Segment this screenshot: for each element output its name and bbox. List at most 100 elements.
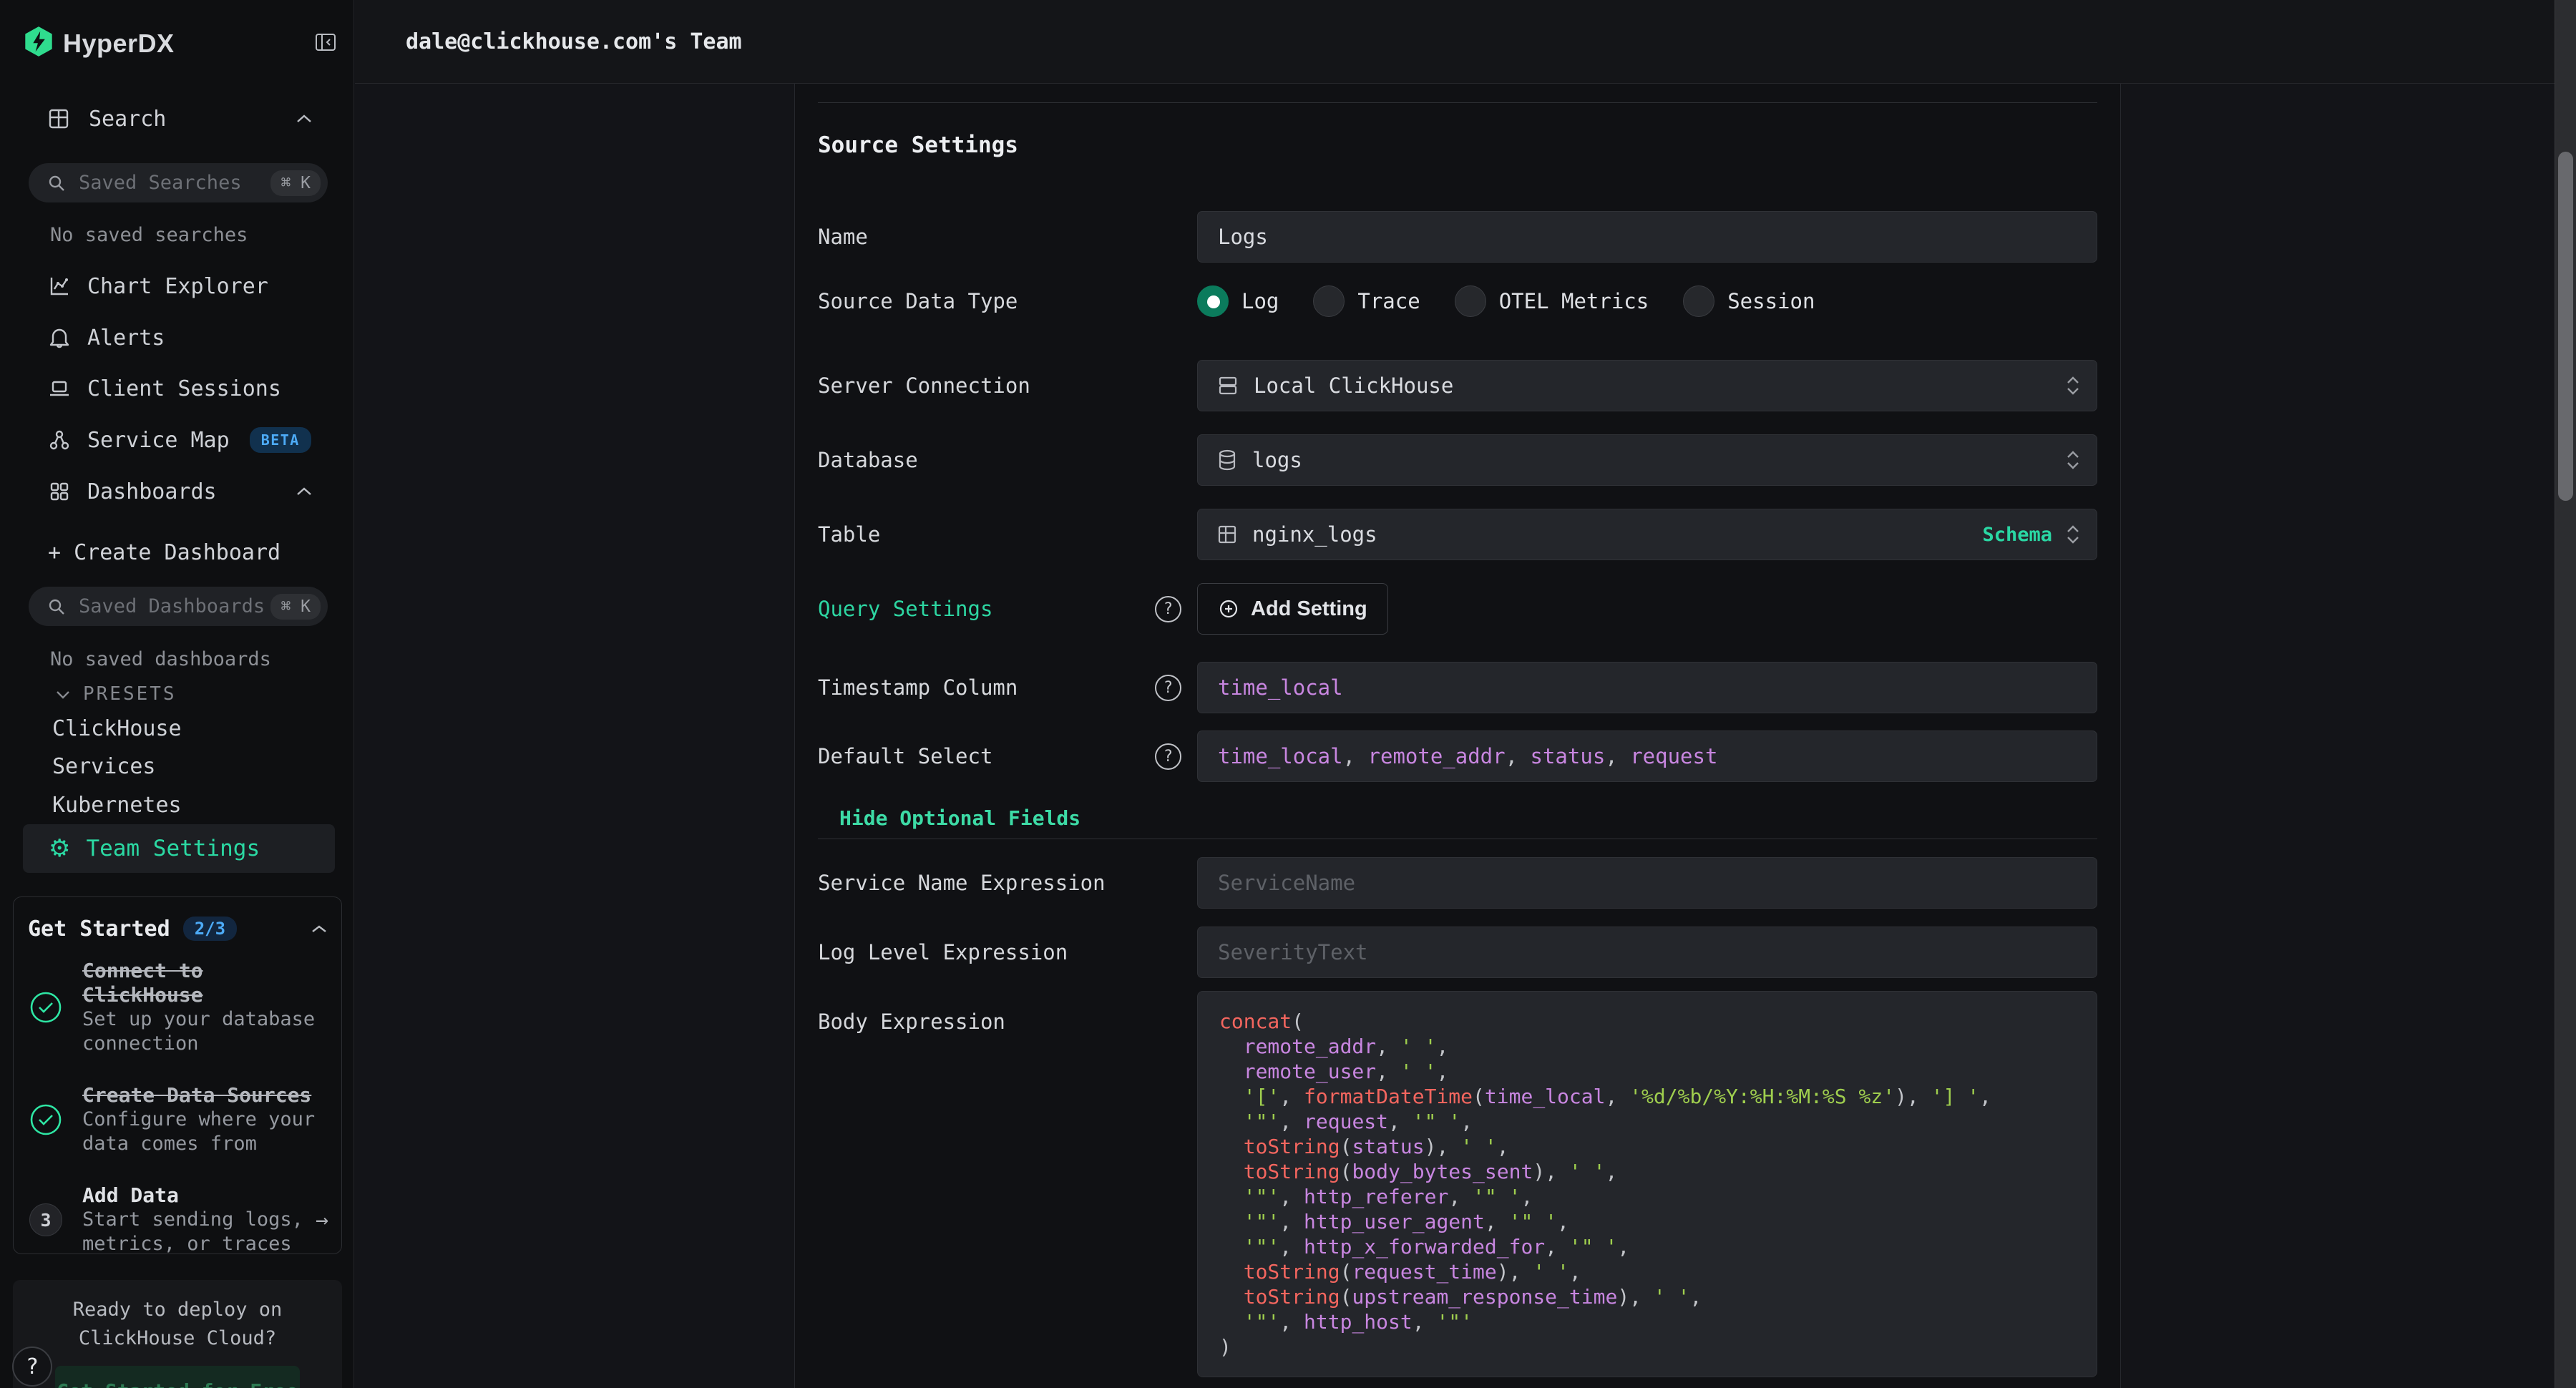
table-select[interactable]: nginx_logs Schema [1197,509,2097,560]
code-token: , [1617,1235,1629,1259]
radio-trace[interactable]: Trace [1313,285,1420,317]
sidebar-item-team-settings[interactable]: ⚙ Team Settings [23,824,335,873]
preset-services[interactable]: Services [52,754,156,779]
task-body: Connect to ClickHouse Set up your databa… [82,959,318,1056]
name-label: Name [818,225,1197,249]
get-started-header[interactable]: Get Started 2/3 [28,914,327,943]
code-token: toString [1244,1285,1340,1309]
server-connection-label: Server Connection [818,373,1197,398]
chevron-up-icon[interactable] [296,487,313,497]
code-token: ( [1340,1135,1352,1158]
radio-otel-metrics[interactable]: OTEL Metrics [1455,285,1649,317]
scrollbar-thumb[interactable] [2558,152,2573,501]
code-token: request [1630,744,1717,768]
code-token: , [1485,1210,1509,1233]
task-create-data-sources[interactable]: Create Data Sources Configure where your… [28,1083,328,1156]
source-data-type-label: Source Data Type [818,289,1197,313]
database-value: logs [1252,448,1302,472]
code-token: , [1979,1085,1991,1108]
get-started-free-button[interactable]: Get Started for Free [55,1366,300,1388]
plus-circle-icon [1218,598,1239,620]
code-token: '" ' [1569,1235,1617,1259]
radio-session[interactable]: Session [1683,285,1815,317]
code-token: ( [1340,1285,1352,1309]
code-token: , [1506,744,1531,768]
code-token: '] ' [1931,1085,1979,1108]
code-token: '"' [1244,1235,1280,1259]
help-circle-icon[interactable]: ? [1155,675,1181,701]
task-add-data[interactable]: 3 Add Data Start sending logs, metrics, … [28,1183,328,1256]
name-input[interactable]: Logs [1197,211,2097,263]
code-token: '"' [1244,1210,1280,1233]
sidebar-item-service-map[interactable]: Service Map BETA [0,422,354,458]
code-token: , [1497,1135,1509,1158]
code-token: http_referer [1304,1185,1448,1208]
code-token: status [1531,744,1606,768]
server-connection-row: Server Connection Local ClickHouse [818,360,2097,411]
sidebar-item-alerts[interactable]: Alerts [0,320,354,356]
code-token: '%d/%b/%Y:%H:%M:%S %z' [1629,1085,1895,1108]
code-token: concat [1219,1010,1292,1033]
code-token: , [1545,1235,1569,1259]
sidebar: HyperDX Search Saved Searches ⌘ K No sav… [0,0,354,1388]
sidebar-section-search[interactable]: Search [0,102,354,136]
radio-log[interactable]: Log [1197,285,1279,317]
settings-panel: Source Settings Name Logs Source Data Ty… [794,84,2121,1388]
chevron-up-icon[interactable] [296,114,313,124]
name-value: Logs [1218,225,1268,249]
database-select[interactable]: logs [1197,434,2097,486]
table-icon [1216,524,1238,545]
code-token: body_bytes_sent [1352,1160,1533,1183]
default-select-input[interactable]: time_local, remote_addr, status, request [1197,730,2097,782]
sidebar-item-label: Client Sessions [87,376,281,401]
code-token: ), [1425,1135,1461,1158]
service-map-icon [47,429,72,451]
saved-searches-input[interactable]: Saved Searches ⌘ K [29,163,328,202]
code-token [1219,1210,1244,1233]
step-number: 3 [29,1203,62,1236]
arrow-right-icon[interactable]: → [316,1183,328,1256]
code-token: '" ' [1413,1110,1460,1133]
sidebar-collapse-icon[interactable] [313,30,338,54]
sidebar-item-client-sessions[interactable]: Client Sessions [0,371,354,406]
code-token: , [1376,1060,1400,1083]
create-dashboard-button[interactable]: + Create Dashboard [48,540,280,565]
code-token: time_local [1218,744,1343,768]
task-connect-clickhouse[interactable]: Connect to ClickHouse Set up your databa… [28,959,328,1056]
gear-icon: ⚙ [49,834,70,863]
radio-circle-icon [1455,285,1486,317]
code-token [1219,1185,1244,1208]
preset-clickhouse[interactable]: ClickHouse [52,716,182,741]
sidebar-item-dashboards[interactable]: Dashboards [0,474,354,509]
sidebar-item-chart-explorer[interactable]: Chart Explorer [0,268,354,304]
code-token: , [1605,1085,1629,1108]
timestamp-column-input[interactable]: time_local [1197,662,2097,713]
code-token: ( [1340,1160,1352,1183]
hide-optional-fields-link[interactable]: Hide Optional Fields [839,806,1080,830]
help-button[interactable]: ? [12,1347,52,1387]
code-token: , [1279,1085,1304,1108]
add-setting-label: Add Setting [1251,597,1367,621]
chevron-up-icon[interactable] [311,924,327,934]
presets-label: PRESETS [83,683,177,705]
task-body: Create Data Sources Configure where your… [82,1083,318,1156]
code-token: , [1521,1185,1533,1208]
log-level-input[interactable]: SeverityText [1197,927,2097,978]
code-token: , [1279,1310,1304,1334]
select-caret-icon [2065,449,2081,471]
page-scrollbar[interactable] [2555,0,2576,1388]
add-setting-button[interactable]: Add Setting [1197,583,1388,635]
code-token: time_local [1218,675,1343,700]
schema-link[interactable]: Schema [1982,524,2052,546]
code-token: , [1343,744,1368,768]
preset-kubernetes[interactable]: Kubernetes [52,793,182,818]
presets-toggle[interactable]: PRESETS [56,683,177,705]
server-connection-select[interactable]: Local ClickHouse [1197,360,2097,411]
body-expression-editor[interactable]: concat( remote_addr, ' ', remote_user, '… [1197,991,2097,1377]
saved-dashboards-input[interactable]: Saved Dashboards ⌘ K [29,587,328,626]
help-circle-icon[interactable]: ? [1155,596,1181,622]
help-circle-icon[interactable]: ? [1155,743,1181,770]
code-line: '"', request, '" ', [1219,1109,2097,1134]
code-line: remote_addr, ' ', [1219,1034,2097,1059]
service-name-input[interactable]: ServiceName [1197,857,2097,909]
